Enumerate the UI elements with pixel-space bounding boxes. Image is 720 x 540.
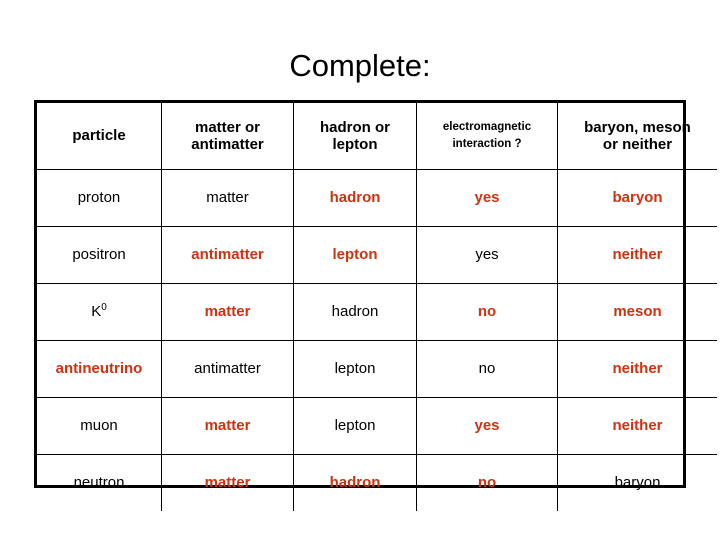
cell-value: matter <box>204 303 251 321</box>
column-header-matter-or-antimatter: matter or antimatter <box>161 103 294 170</box>
header-line: baryon, meson <box>584 118 691 136</box>
table-row: neutron matter hadron no baryon <box>37 454 717 511</box>
cell-matter: matter <box>161 169 294 227</box>
cell-electromagnetic: no <box>416 340 558 398</box>
cell-value: meson <box>613 303 662 321</box>
cell-value: antimatter <box>194 360 261 378</box>
header-line: lepton <box>332 136 378 153</box>
cell-classification: neither <box>557 226 717 284</box>
cell-particle: proton <box>37 169 162 227</box>
cell-electromagnetic: no <box>416 283 558 341</box>
table-row: K0 matter hadron no meson <box>37 283 717 341</box>
cell-value: yes <box>474 189 500 207</box>
cell-particle: antineutrino <box>37 340 162 398</box>
slide: Complete: particle matter or antimatter … <box>0 0 720 540</box>
cell-value: lepton <box>334 417 376 435</box>
column-header-electromagnetic-interaction: electromagnetic interaction ? <box>416 103 558 170</box>
cell-classification: baryon <box>557 169 717 227</box>
cell-value: hadron <box>329 189 381 207</box>
table-header-row: particle matter or antimatter hadron or … <box>37 103 717 170</box>
column-header-hadron-or-lepton: hadron or lepton <box>293 103 417 170</box>
column-header-particle: particle <box>37 103 162 170</box>
cell-value: hadron <box>329 474 381 492</box>
table-row: muon matter lepton yes neither <box>37 397 717 455</box>
cell-hadron-lepton: lepton <box>293 397 417 455</box>
cell-classification: baryon <box>557 454 717 511</box>
cell-value: no <box>477 303 497 321</box>
cell-value: antineutrino <box>55 360 143 378</box>
header-line: interaction ? <box>452 138 522 150</box>
cell-electromagnetic: yes <box>416 397 558 455</box>
cell-value: antimatter <box>191 246 264 264</box>
cell-hadron-lepton: hadron <box>293 169 417 227</box>
cell-matter: antimatter <box>161 340 294 398</box>
cell-value: neutron <box>73 474 125 492</box>
cell-value: lepton <box>332 246 378 264</box>
cell-value: muon <box>80 417 118 435</box>
cell-hadron-lepton: lepton <box>293 226 417 284</box>
header-line: electromagnetic <box>442 120 532 133</box>
cell-electromagnetic: no <box>416 454 558 511</box>
cell-classification: meson <box>557 283 717 341</box>
cell-value: yes <box>474 417 500 435</box>
cell-value: baryon <box>614 474 661 492</box>
cell-value: no <box>477 474 497 492</box>
cell-hadron-lepton: hadron <box>293 283 417 341</box>
cell-matter: antimatter <box>161 226 294 284</box>
cell-value: matter <box>206 189 249 207</box>
cell-value: yes <box>475 246 499 264</box>
table-body: particle matter or antimatter hadron or … <box>37 103 717 511</box>
cell-value: matter <box>204 417 251 435</box>
cell-value: proton <box>77 189 121 207</box>
cell-value: neither <box>612 246 663 264</box>
cell-matter: matter <box>161 283 294 341</box>
cell-particle: neutron <box>37 454 162 511</box>
cell-particle: positron <box>37 226 162 284</box>
cell-value: no <box>478 360 496 378</box>
cell-value: lepton <box>334 360 376 378</box>
header-line: particle <box>72 127 126 145</box>
header-line: or neither <box>602 136 673 153</box>
cell-classification: neither <box>557 340 717 398</box>
particles-table: particle matter or antimatter hadron or … <box>37 103 717 511</box>
cell-matter: matter <box>161 454 294 511</box>
cell-value: neither <box>612 417 663 435</box>
header-line: hadron or <box>320 118 390 136</box>
table-row: proton matter hadron yes baryon <box>37 169 717 227</box>
cell-particle: K0 <box>37 283 162 341</box>
cell-matter: matter <box>161 397 294 455</box>
cell-electromagnetic: yes <box>416 169 558 227</box>
header-line: matter or <box>194 118 261 136</box>
cell-hadron-lepton: lepton <box>293 340 417 398</box>
cell-value: K <box>91 303 102 321</box>
cell-value: baryon <box>612 189 663 207</box>
cell-value: positron <box>72 246 126 264</box>
table-row: positron antimatter lepton yes neither <box>37 226 717 284</box>
cell-particle: muon <box>37 397 162 455</box>
cell-value: matter <box>204 474 251 492</box>
charge-superscript: 0 <box>101 302 107 314</box>
cell-electromagnetic: yes <box>416 226 558 284</box>
cell-hadron-lepton: hadron <box>293 454 417 511</box>
column-header-baryon-meson-or-neither: baryon, meson or neither <box>557 103 717 170</box>
particles-table-container: particle matter or antimatter hadron or … <box>34 100 717 511</box>
cell-classification: neither <box>557 397 717 455</box>
cell-value: hadron <box>331 303 379 321</box>
table-row: antineutrino antimatter lepton no neithe… <box>37 340 717 398</box>
header-line: antimatter <box>191 136 264 153</box>
cell-value: neither <box>612 360 663 378</box>
page-title: Complete: <box>289 48 431 83</box>
